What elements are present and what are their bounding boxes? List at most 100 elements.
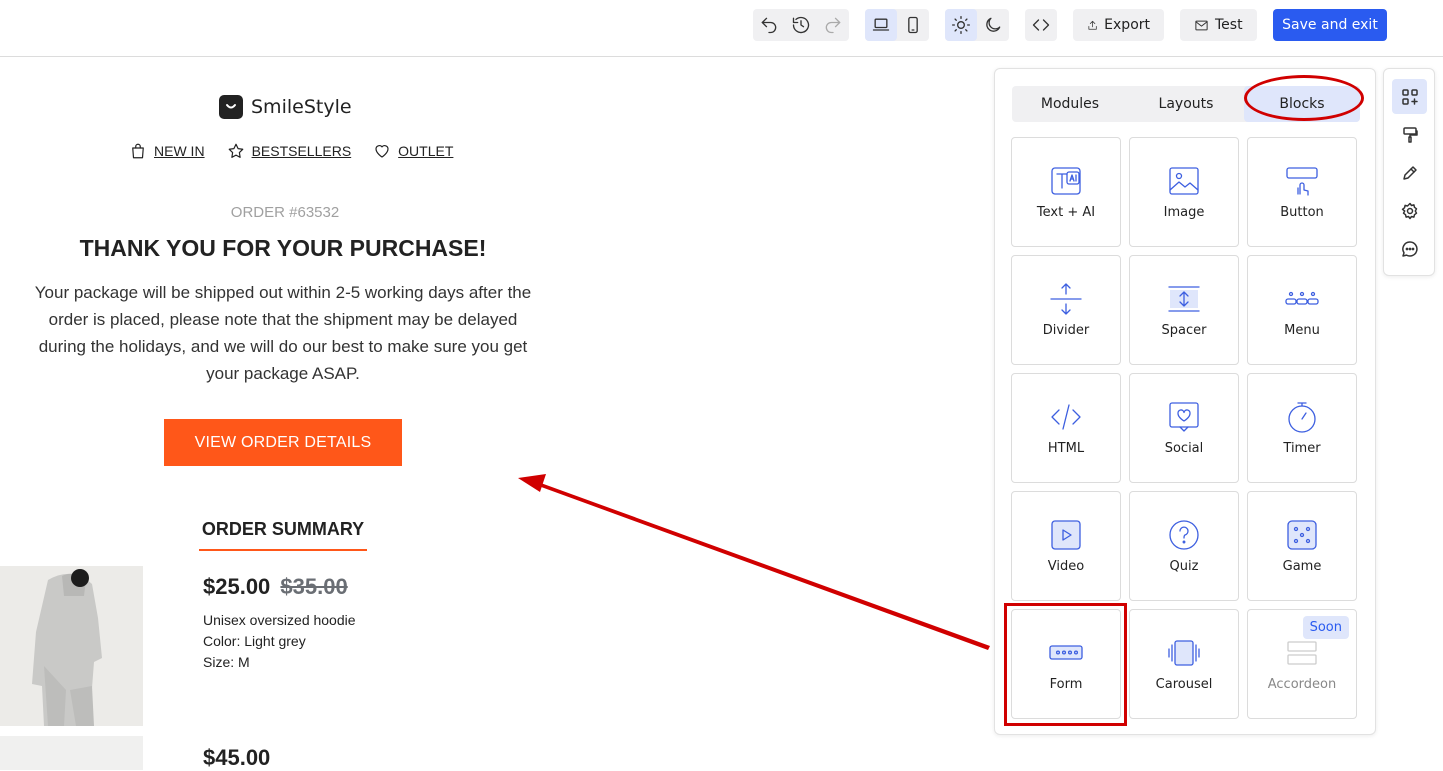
undo-button[interactable] [753,9,785,41]
style-button[interactable] [1392,117,1427,152]
headline: THANK YOU FOR YOUR PURCHASE! [79,235,487,261]
test-label: Test [1215,17,1243,33]
product-name: Unisex oversized hoodie [203,612,356,628]
settings-button[interactable] [1392,193,1427,228]
save-and-exit-button[interactable]: Save and exit [1273,9,1387,41]
chat-icon [1401,240,1418,257]
carousel-icon [1168,640,1200,666]
code-icon [1032,19,1050,31]
mail-icon [1195,20,1208,30]
nav-label: OUTLET [398,143,454,159]
block-image[interactable]: Image [1129,137,1239,247]
blocks-panel-button[interactable] [1392,79,1427,114]
redo-icon [825,17,841,34]
block-timer[interactable]: Timer [1247,373,1357,483]
old-price: $35.00 [280,574,348,599]
edit-button[interactable] [1392,155,1427,190]
smile-logo-icon [219,95,243,119]
product-image [0,566,143,726]
current-price: $45.00 [203,745,271,770]
desktop-view-button[interactable] [865,9,897,41]
block-label: Carousel [1155,677,1213,692]
email-canvas: SmileStyle NEW IN BESTSELLERS OUTLET ORD… [0,58,570,770]
shipping-message: Your package will be shipped out within … [34,283,532,383]
blocks-icon [1401,88,1418,105]
block-label: Accordeon [1267,677,1337,692]
block-game[interactable]: Game [1247,491,1357,601]
brand-name: SmileStyle [251,96,352,118]
dark-mode-button[interactable] [977,9,1009,41]
pencil-icon [1402,165,1417,180]
video-icon [1051,520,1081,550]
star-icon [228,143,243,158]
view-order-details-button[interactable]: VIEW ORDER DETAILS [164,419,402,466]
form-block-highlight [1004,603,1127,726]
divider-icon [1050,283,1082,315]
spacer-icon [1168,286,1200,312]
block-label: Spacer [1161,323,1207,338]
tab-modules[interactable]: Modules [1012,86,1128,122]
tab-layouts[interactable]: Layouts [1128,86,1244,122]
block-carousel[interactable]: Carousel [1129,609,1239,719]
product-details: Unisex oversized hoodie Color: Light gre… [203,610,356,673]
product-image [0,736,143,770]
block-html[interactable]: HTML [1011,373,1121,483]
heart-icon [375,145,389,158]
block-spacer[interactable]: Spacer [1129,255,1239,365]
timer-icon [1288,402,1316,433]
paint-roller-icon [1402,126,1418,143]
block-label: Social [1164,441,1204,456]
block-label: Game [1282,559,1322,574]
current-price: $25.00 [203,574,271,599]
code-group [1025,9,1057,41]
block-menu[interactable]: Menu [1247,255,1357,365]
mobile-view-button[interactable] [897,9,929,41]
device-group [865,9,929,41]
light-mode-button[interactable] [945,9,977,41]
soon-badge: Soon [1302,616,1349,639]
block-label: HTML [1047,441,1085,456]
block-label: Button [1280,205,1324,220]
block-button[interactable]: Button [1247,137,1357,247]
phone-icon [908,16,918,34]
nav-item-outlet[interactable]: OUTLET [373,142,453,160]
block-video[interactable]: Video [1011,491,1121,601]
block-accordeon: Soon Accordeon [1247,609,1357,719]
accordeon-icon [1287,641,1317,665]
gear-icon [1401,202,1417,219]
export-button[interactable]: Export [1073,9,1164,41]
test-button[interactable]: Test [1180,9,1257,41]
code-view-button[interactable] [1025,9,1057,41]
comments-button[interactable] [1392,231,1427,266]
menu-icon [1285,291,1319,305]
editor-toolbar: Export Test Save and exit [0,0,1443,57]
block-social[interactable]: Social [1129,373,1239,483]
blocks-tab-highlight [1244,75,1364,121]
block-label: Quiz [1169,559,1199,574]
button-icon [1286,167,1318,196]
image-icon [1169,167,1199,195]
block-label: Timer [1283,441,1321,456]
history-icon [792,16,810,34]
theme-group [945,9,1009,41]
quiz-icon [1169,520,1199,550]
block-divider[interactable]: Divider [1011,255,1121,365]
nav-item-bestsellers[interactable]: BESTSELLERS [227,142,352,160]
block-text-ai[interactable]: Text + AI [1011,137,1121,247]
upload-icon [1088,20,1097,30]
nav-item-new-in[interactable]: NEW IN [129,142,205,160]
product-price: $25.00 $35.00 [203,574,348,600]
nav-label: BESTSELLERS [251,143,352,159]
block-quiz[interactable]: Quiz [1129,491,1239,601]
email-nav: NEW IN BESTSELLERS OUTLET [129,142,475,160]
order-number: ORDER #63532 [230,204,340,221]
social-icon [1169,402,1199,432]
history-button[interactable] [785,9,817,41]
block-label: Video [1047,559,1085,574]
product-price: $45.00 [203,745,270,771]
game-icon [1287,520,1317,550]
sun-icon [952,16,970,34]
moon-icon [986,17,1001,32]
redo-button[interactable] [817,9,849,41]
order-summary-title: ORDER SUMMARY [199,519,367,551]
